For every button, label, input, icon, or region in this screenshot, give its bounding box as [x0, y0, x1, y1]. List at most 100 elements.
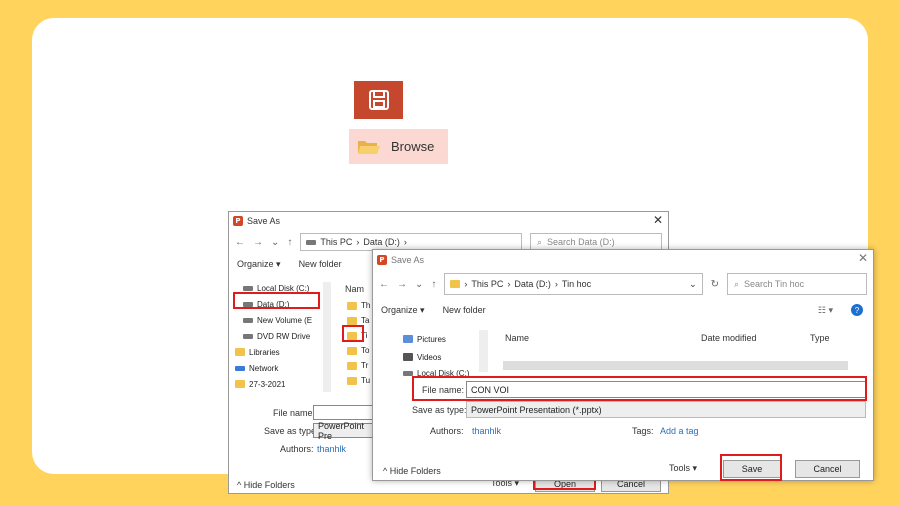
highlight-box-data-d — [233, 292, 320, 309]
help-icon[interactable]: ? — [851, 304, 863, 316]
close-icon[interactable]: ✕ — [653, 213, 663, 227]
back-authors-label: Authors: — [280, 444, 314, 454]
item-label: Tr — [361, 361, 369, 370]
crumb-data-d[interactable]: Data (D:) — [514, 279, 551, 289]
back-arrow-icon[interactable]: ← — [235, 237, 245, 248]
tree-label: DVD RW Drive — [257, 331, 311, 341]
videos-icon — [403, 353, 413, 361]
back-hide-folders[interactable]: ^ Hide Folders — [237, 480, 295, 490]
front-organize-button[interactable]: Organize ▾ — [381, 305, 425, 316]
back-dialog-title: Save As — [247, 216, 281, 226]
pc-icon — [306, 239, 317, 245]
chevron-right-icon: › — [554, 279, 558, 289]
drive-icon — [243, 317, 253, 323]
highlight-box-save — [720, 454, 782, 481]
front-col-name[interactable]: Name — [505, 333, 529, 343]
back-file-name-input[interactable] — [313, 405, 373, 420]
front-authors-label: Authors: — [430, 426, 464, 436]
view-options-icon[interactable]: ☷ ▾ — [818, 305, 833, 316]
close-icon[interactable]: ✕ — [858, 251, 868, 265]
folder-icon — [347, 301, 357, 310]
powerpoint-icon: P — [233, 216, 243, 226]
front-toolbar: Organize ▾ New folder ☷ ▾ ? — [373, 298, 873, 322]
crumb-tin-hoc[interactable]: Tin hoc — [562, 279, 591, 289]
crumb-data-d[interactable]: Data (D:) — [363, 237, 400, 247]
tree-item-27-3-2021[interactable]: 27-3-2021 — [235, 376, 312, 392]
network-icon — [235, 365, 245, 371]
front-authors-value[interactable]: thanhlk — [472, 426, 501, 436]
tree-item-network[interactable]: Network — [235, 360, 312, 376]
highlight-box-folder — [342, 325, 364, 342]
front-save-type-label: Save as type: — [412, 405, 467, 415]
front-tree-scrollbar[interactable] — [479, 330, 488, 372]
chevron-down-icon[interactable]: ⌄ — [271, 237, 279, 248]
back-new-folder-button[interactable]: New folder — [299, 259, 342, 269]
save-tile[interactable] — [354, 81, 403, 119]
folder-icon — [347, 316, 357, 325]
tree-item-libraries[interactable]: Libraries — [235, 344, 312, 360]
tree-item-videos[interactable]: Videos — [403, 348, 469, 366]
folder-icon — [347, 346, 357, 355]
front-address-bar[interactable]: › This PC › Data (D:) › Tin hoc ⌄ — [444, 273, 703, 295]
back-save-type-select[interactable]: PowerPoint Pre — [313, 421, 373, 441]
chevron-down-icon[interactable]: ⌄ — [415, 279, 423, 290]
front-tags-value[interactable]: Add a tag — [660, 426, 699, 436]
front-new-folder-button[interactable]: New folder — [443, 305, 486, 315]
tree-item-dvd[interactable]: DVD RW Drive — [243, 328, 312, 344]
front-tags-label: Tags: — [632, 426, 654, 436]
folder-icon — [450, 280, 461, 288]
forward-arrow-icon[interactable]: → — [397, 279, 407, 290]
up-arrow-icon[interactable]: ↑ — [431, 279, 436, 290]
front-cancel-button[interactable]: Cancel — [795, 460, 860, 478]
browse-tile[interactable]: Browse — [349, 129, 448, 164]
front-list-scrollbar[interactable] — [503, 361, 848, 370]
tree-item-new-volume[interactable]: New Volume (E — [243, 312, 312, 328]
item-label: Tu — [361, 376, 371, 385]
tools-label: Tools — [669, 463, 691, 473]
list-item[interactable]: Tr — [347, 358, 370, 373]
search-icon: ⌕ — [734, 278, 740, 289]
front-tools-button[interactable]: Tools ▾ — [669, 463, 697, 474]
front-save-type-select[interactable]: PowerPoint Presentation (*.pptx) — [466, 401, 866, 418]
front-nav-tree: Pictures Videos Local Disk (C:) — [403, 330, 469, 380]
tree-label: Pictures — [417, 334, 446, 344]
chevron-right-icon: › — [356, 237, 360, 247]
chevron-down-icon[interactable]: ⌄ — [689, 279, 697, 290]
folder-icon — [235, 380, 245, 388]
front-dialog-titlebar: P Save As ✕ — [373, 250, 873, 270]
pictures-icon — [403, 335, 413, 343]
crumb-this-pc[interactable]: This PC — [320, 237, 352, 247]
chevron-right-icon: › — [507, 279, 511, 289]
libraries-icon — [235, 348, 245, 356]
refresh-icon[interactable]: ↻ — [711, 279, 719, 290]
tree-item-pictures[interactable]: Pictures — [403, 330, 469, 348]
tree-label: New Volume (E — [257, 315, 313, 325]
front-col-date-modified[interactable]: Date modified — [701, 333, 757, 343]
front-col-type[interactable]: Type — [810, 333, 830, 343]
tree-label: 27-3-2021 — [249, 379, 286, 389]
highlight-box-file-name — [412, 376, 867, 401]
back-authors-value[interactable]: thanhlk — [317, 444, 346, 454]
back-file-list: Th Ta Ti To Tr Tu — [347, 298, 370, 388]
up-arrow-icon[interactable]: ↑ — [287, 237, 292, 248]
save-type-value: PowerPoint Presentation (*.pptx) — [471, 404, 602, 415]
back-organize-button[interactable]: Organize ▾ — [237, 259, 281, 270]
front-hide-folders[interactable]: ^ Hide Folders — [383, 466, 441, 476]
tree-label: Libraries — [249, 347, 280, 357]
floppy-disk-icon — [368, 90, 389, 110]
front-search-box[interactable]: ⌕ Search Tin hoc — [727, 273, 867, 295]
crumb-this-pc[interactable]: This PC — [471, 279, 503, 289]
forward-arrow-icon[interactable]: → — [253, 237, 263, 248]
back-col-name[interactable]: Nam — [345, 284, 364, 294]
tree-label: Network — [249, 363, 279, 373]
powerpoint-icon: P — [377, 255, 387, 265]
list-item[interactable]: Tu — [347, 373, 370, 388]
front-dialog-title: Save As — [391, 255, 425, 265]
chevron-right-icon: › — [464, 279, 468, 289]
back-tree-scrollbar[interactable] — [323, 282, 331, 392]
back-arrow-icon[interactable]: ← — [379, 279, 389, 290]
drive-icon — [403, 370, 413, 376]
front-search-placeholder: Search Tin hoc — [744, 279, 805, 289]
list-item[interactable]: Th — [347, 298, 370, 313]
list-item[interactable]: To — [347, 343, 370, 358]
